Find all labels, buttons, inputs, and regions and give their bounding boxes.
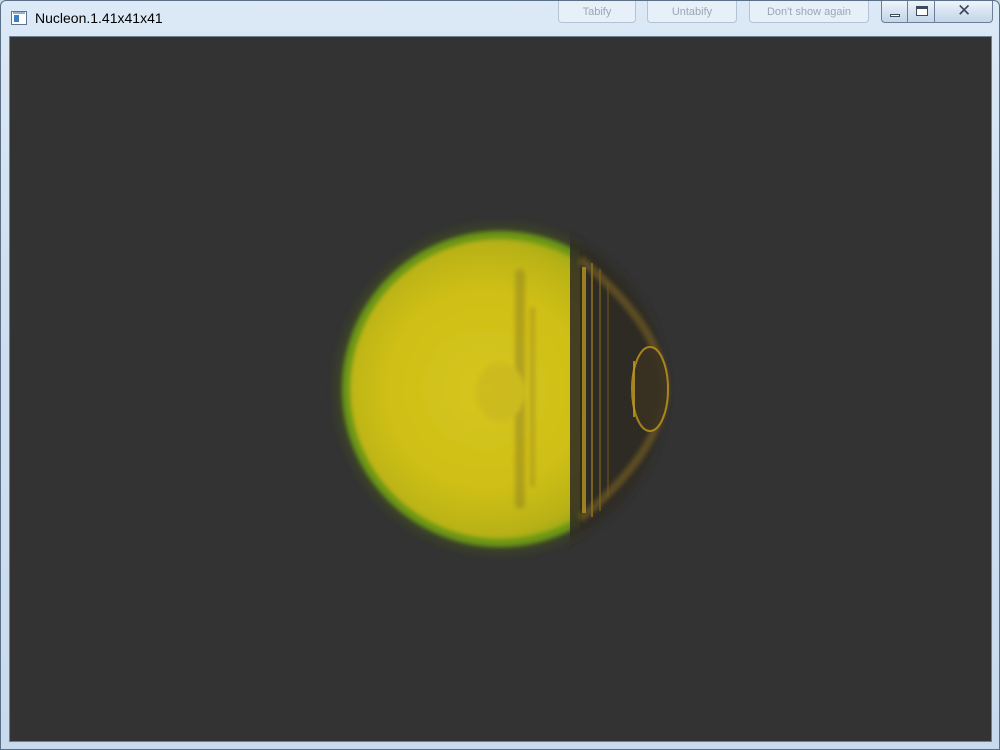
maximize-button[interactable]: [907, 1, 935, 23]
background-dont-show-again-button: Don't show again: [749, 1, 869, 23]
caption-buttons: ✕: [881, 1, 993, 23]
maximize-icon: [916, 6, 928, 16]
close-icon: ✕: [957, 1, 972, 21]
minimize-icon: [890, 14, 900, 17]
title-bar[interactable]: Nucleon.1.41x41x41 Tabify Untabify Don't…: [1, 1, 999, 35]
app-icon[interactable]: [11, 11, 27, 25]
application-window: Nucleon.1.41x41x41 Tabify Untabify Don't…: [0, 0, 1000, 750]
close-button[interactable]: ✕: [935, 1, 993, 23]
volume-render-canvas: [10, 37, 991, 741]
background-untabify-button: Untabify: [647, 1, 737, 23]
volume-render-viewport[interactable]: [9, 36, 992, 742]
app-icon-bar: [13, 12, 25, 14]
app-icon-pane: [14, 15, 19, 22]
window-title: Nucleon.1.41x41x41: [35, 10, 163, 26]
background-tabify-button: Tabify: [558, 1, 636, 23]
minimize-button[interactable]: [881, 1, 907, 23]
